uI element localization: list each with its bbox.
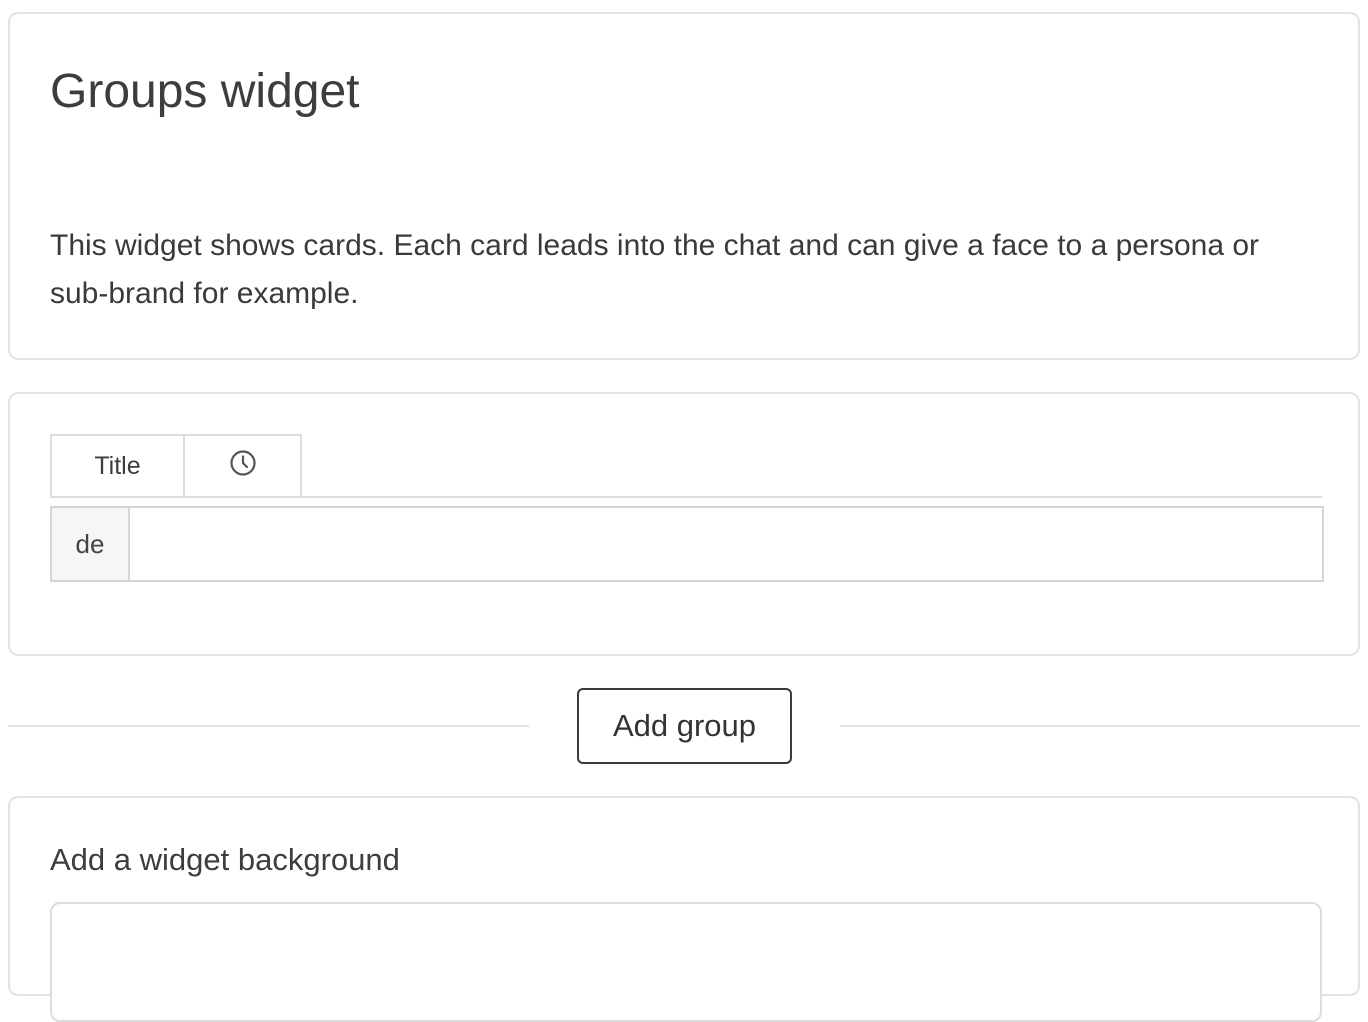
background-card: Add a widget background <box>8 796 1360 1022</box>
group-title-input[interactable] <box>130 508 1322 580</box>
background-section-label: Add a widget background <box>50 842 400 877</box>
background-upload-field[interactable] <box>50 902 1322 1022</box>
intro-card: Groups widget This widget shows cards. E… <box>8 12 1360 360</box>
divider-left <box>8 725 529 727</box>
title-field-row: de <box>50 506 1324 582</box>
tab-title[interactable]: Title <box>50 434 185 496</box>
language-badge: de <box>52 508 130 580</box>
divider-right <box>840 725 1360 727</box>
group-editor-card: Title de <box>8 392 1360 656</box>
clock-icon <box>229 449 257 484</box>
page-title: Groups widget <box>50 65 360 118</box>
widget-description: This widget shows cards. Each card leads… <box>50 229 1260 310</box>
tab-history[interactable] <box>183 434 302 496</box>
group-tabs: Title <box>50 434 1322 498</box>
add-group-button[interactable]: Add group <box>577 688 792 764</box>
